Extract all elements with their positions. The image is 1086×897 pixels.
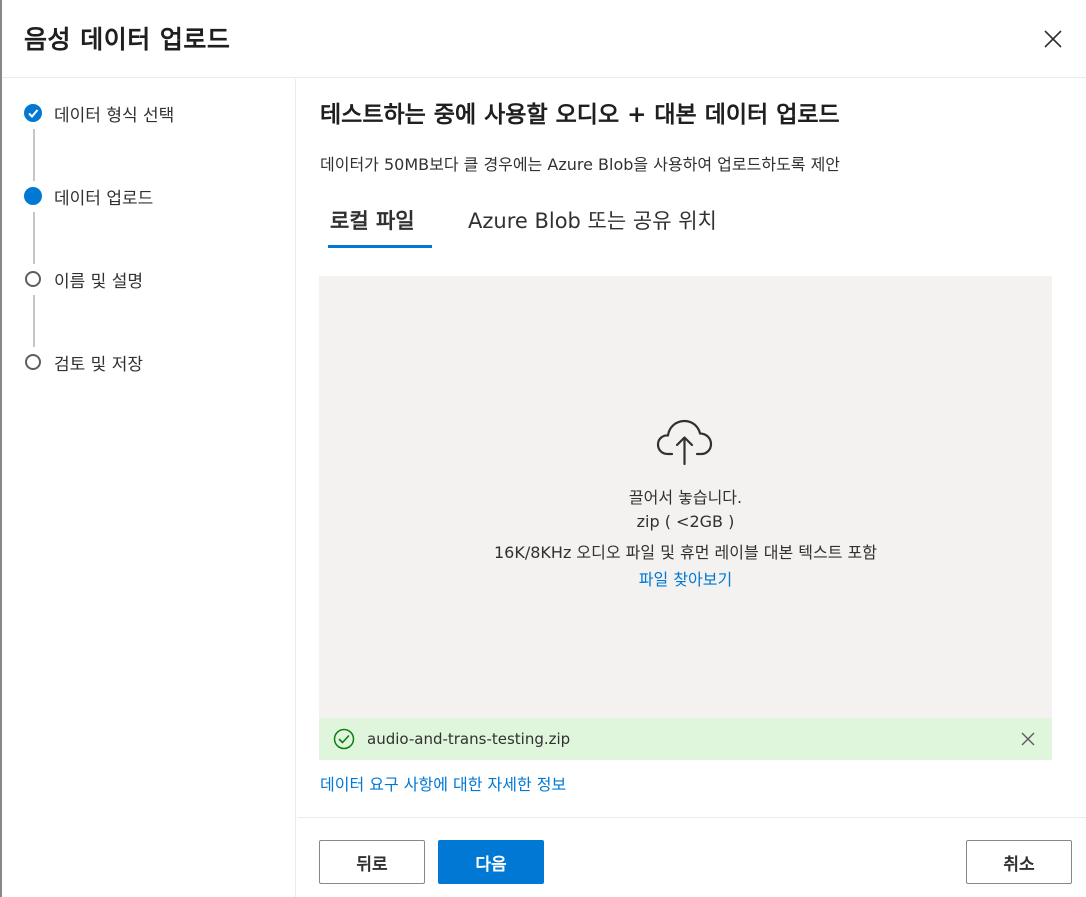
- current-step-dot-icon: [24, 187, 42, 205]
- browse-files-link[interactable]: 파일 찾아보기: [639, 570, 732, 589]
- step-review-save: 검토 및 저장: [24, 349, 143, 375]
- tab-azure-blob[interactable]: Azure Blob 또는 공유 위치: [468, 205, 717, 245]
- step-connector: [33, 295, 35, 347]
- uploaded-file-bar: audio-and-trans-testing.zip: [319, 718, 1052, 760]
- remove-file-icon[interactable]: [1019, 730, 1037, 748]
- back-button[interactable]: 뒤로: [319, 840, 425, 884]
- empty-circle-icon: [25, 271, 41, 287]
- step-label: 이름 및 설명: [54, 271, 144, 292]
- active-tab-indicator: [328, 245, 432, 248]
- page-title: 테스트하는 중에 사용할 오디오 + 대본 데이터 업로드: [320, 102, 840, 128]
- file-dropzone[interactable]: 끌어서 놓습니다. zip ( <2GB ) 16K/8KHz 오디오 파일 및…: [319, 276, 1052, 760]
- drop-instruction: 끌어서 놓습니다.: [628, 488, 743, 507]
- check-icon: [24, 104, 42, 122]
- data-requirements-link[interactable]: 데이터 요구 사항에 대한 자세한 정보: [320, 771, 566, 795]
- upload-dialog: 음성 데이터 업로드 데이터 형식 선택 데이터 업로드 이름 및 설명 검토 …: [0, 0, 1086, 897]
- cancel-button[interactable]: 취소: [966, 840, 1072, 884]
- close-icon[interactable]: [1038, 24, 1068, 54]
- content-requirement-text: 16K/8KHz 오디오 파일 및 휴먼 레이블 대본 텍스트 포함: [494, 543, 877, 562]
- tab-local-file[interactable]: 로컬 파일: [330, 205, 415, 245]
- dialog-footer: 뒤로 다음 취소: [298, 817, 1086, 897]
- step-upload-data: 데이터 업로드: [24, 183, 153, 209]
- step-label: 데이터 업로드: [54, 188, 154, 209]
- uploaded-file-name: audio-and-trans-testing.zip: [367, 730, 571, 748]
- step-select-format: 데이터 형식 선택: [24, 100, 174, 126]
- next-button[interactable]: 다음: [438, 840, 544, 884]
- wizard-steps: 데이터 형식 선택 데이터 업로드 이름 및 설명 검토 및 저장: [2, 79, 296, 897]
- check-circle-icon: [333, 728, 355, 750]
- dialog-title: 음성 데이터 업로드: [24, 25, 231, 54]
- step-connector: [33, 129, 35, 181]
- file-format-text: zip ( <2GB ): [636, 512, 735, 531]
- step-connector: [33, 212, 35, 264]
- main-content: 테스트하는 중에 사용할 오디오 + 대본 데이터 업로드 데이터가 50MB보…: [298, 79, 1086, 817]
- cloud-upload-icon: [655, 416, 715, 468]
- step-label: 검토 및 저장: [54, 354, 144, 375]
- empty-circle-icon: [25, 354, 41, 370]
- step-name-description: 이름 및 설명: [24, 266, 143, 292]
- page-subtitle: 데이터가 50MB보다 클 경우에는 Azure Blob을 사용하여 업로드하…: [320, 155, 841, 174]
- browse-files-row: 파일 찾아보기: [319, 566, 1052, 590]
- step-label: 데이터 형식 선택: [54, 105, 175, 126]
- dialog-header: 음성 데이터 업로드: [2, 0, 1086, 78]
